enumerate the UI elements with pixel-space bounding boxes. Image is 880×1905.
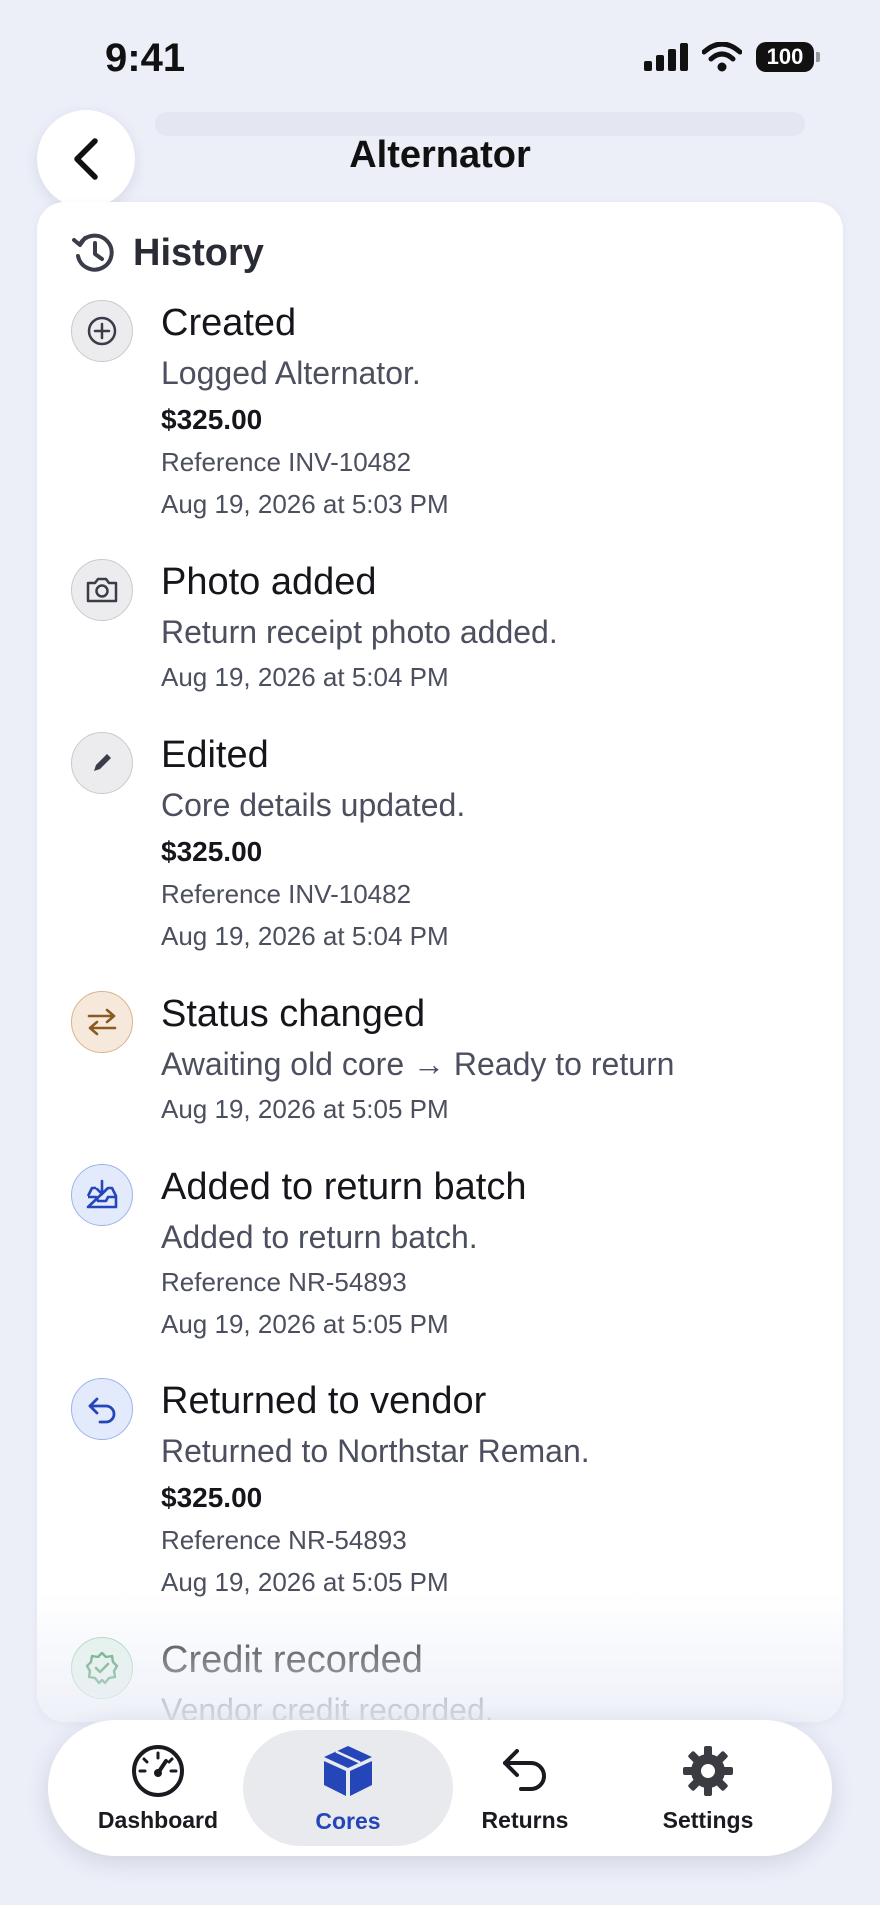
entry-amount: $325.00 — [161, 836, 263, 867]
entry-title: Photo added — [161, 561, 377, 603]
tab-dashboard[interactable]: Dashboard — [88, 1720, 228, 1856]
tab-label: Settings — [662, 1806, 754, 1833]
battery-indicator: 100 — [756, 42, 820, 72]
tab-label: Returns — [481, 1806, 569, 1833]
signal-icon — [644, 43, 688, 71]
battery-level: 100 — [756, 42, 814, 72]
entry-description: Return receipt photo added. — [161, 614, 558, 650]
entry-reference: Reference NR-54893 — [161, 1267, 407, 1297]
tab-settings[interactable]: Settings — [638, 1720, 778, 1856]
entry-reference: Reference NR-54893 — [161, 1525, 407, 1555]
entry-timestamp: Aug 19, 2026 at 5:05 PM — [161, 1094, 449, 1124]
tab-returns[interactable]: Returns — [460, 1720, 590, 1856]
return-arrow-icon — [71, 1378, 133, 1440]
entry-reference: Reference INV-10482 — [161, 879, 412, 909]
history-header: History — [71, 230, 264, 276]
history-card: History Created Logged Alternator. $325.… — [37, 202, 843, 1722]
entry-reference: Reference INV-10482 — [161, 447, 412, 477]
tab-label: Dashboard — [97, 1806, 219, 1833]
status-icons: 100 — [644, 42, 820, 72]
entry-description: Logged Alternator. — [161, 355, 421, 391]
pencil-icon — [71, 732, 133, 794]
return-arrow-icon — [503, 1748, 546, 1791]
tab-label: Cores — [315, 1807, 381, 1834]
entry-description: Added to return batch. — [161, 1219, 478, 1255]
entry-title: Created — [161, 302, 297, 344]
entry-amount: $325.00 — [161, 404, 263, 435]
swap-arrows-icon — [71, 991, 133, 1053]
entry-title: Added to return batch — [161, 1166, 527, 1208]
entry-description: Awaiting old core → Ready to return — [161, 1046, 675, 1082]
history-title: History — [133, 231, 264, 274]
tab-bar: Dashboard Cores Returns Settings — [48, 1720, 832, 1856]
entry-timestamp: Aug 19, 2026 at 5:05 PM — [161, 1567, 449, 1597]
plus-circle-icon — [71, 300, 133, 362]
gear-icon — [683, 1745, 733, 1796]
entry-title: Credit recorded — [161, 1639, 423, 1681]
page-title: Alternator — [349, 134, 531, 176]
entry-description: Returned to Northstar Reman. — [161, 1433, 590, 1469]
entry-timestamp: Aug 19, 2026 at 5:03 PM — [161, 489, 449, 519]
entry-title: Edited — [161, 734, 269, 776]
wifi-icon — [702, 42, 742, 72]
gauge-icon — [132, 1744, 184, 1797]
box-icon — [324, 1745, 372, 1796]
entry-title: Returned to vendor — [161, 1380, 487, 1422]
entry-timestamp: Aug 19, 2026 at 5:04 PM — [161, 921, 449, 951]
camera-icon — [71, 559, 133, 621]
entry-description: Core details updated. — [161, 787, 466, 823]
entry-timestamp: Aug 19, 2026 at 5:04 PM — [161, 662, 449, 692]
header-backdrop — [155, 112, 805, 136]
entry-amount: $325.00 — [161, 1482, 263, 1513]
tab-cores[interactable]: Cores — [273, 1720, 423, 1856]
check-seal-icon — [71, 1637, 133, 1699]
entry-description: Vendor credit recorded. — [161, 1692, 494, 1722]
history-clock-icon — [72, 233, 114, 272]
status-bar: 9:41 100 — [0, 0, 880, 116]
entry-timestamp: Aug 19, 2026 at 5:05 PM — [161, 1309, 449, 1339]
status-time: 9:41 — [105, 36, 186, 80]
tray-download-icon — [71, 1164, 133, 1226]
entry-title: Status changed — [161, 993, 426, 1035]
